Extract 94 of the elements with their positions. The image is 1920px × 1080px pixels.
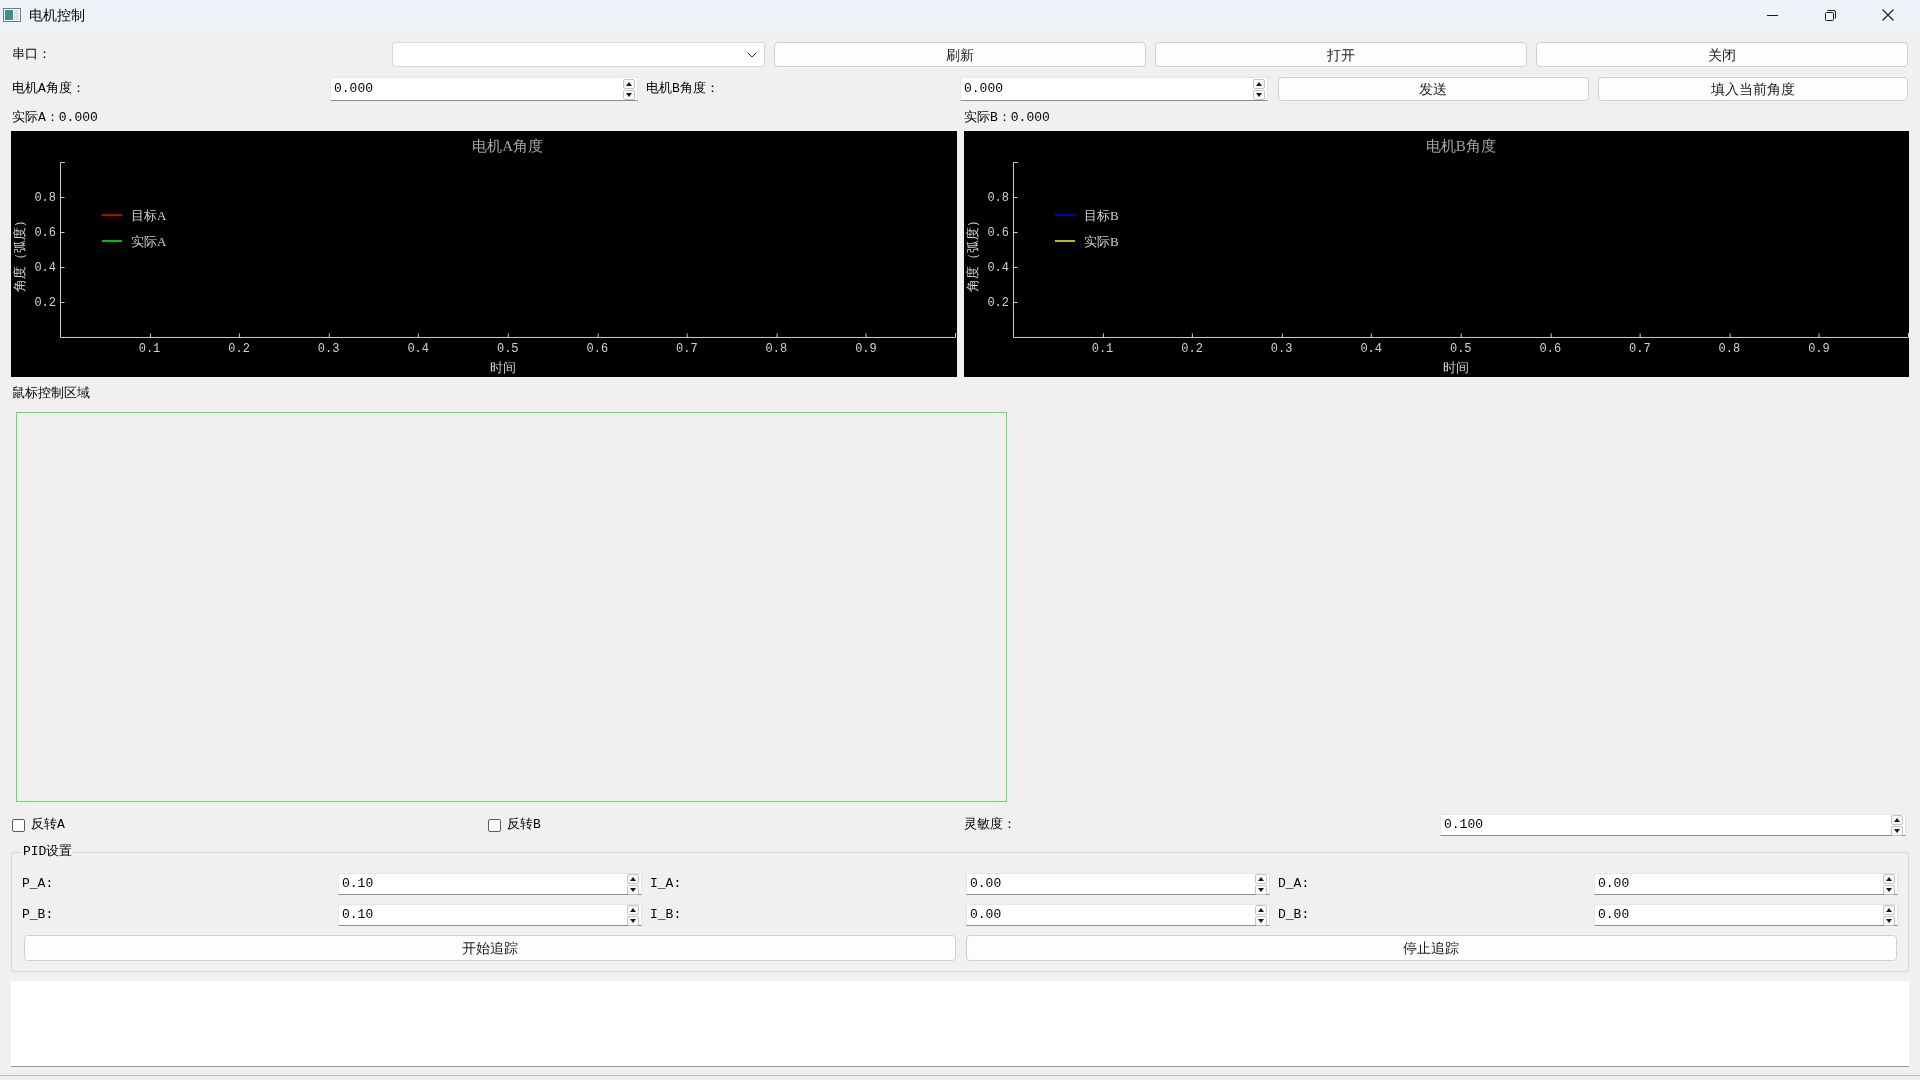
action-button[interactable]: 开始追踪 xyxy=(24,935,956,961)
chart-title: 电机A角度 xyxy=(472,138,544,155)
app-icon xyxy=(3,8,21,22)
axis-tick-label: 0.1 xyxy=(138,341,161,356)
down-arrow-icon[interactable] xyxy=(1883,915,1895,926)
number-field[interactable]: 0.100 xyxy=(1440,814,1906,836)
up-arrow-icon[interactable] xyxy=(1883,873,1895,884)
axis-tick-label: 0.3 xyxy=(1270,341,1292,356)
action-button[interactable]: 发送 xyxy=(1278,77,1589,101)
axis-tick-label: 0.5 xyxy=(496,341,519,356)
up-arrow-icon[interactable] xyxy=(1255,873,1267,884)
axis-title: 时间 xyxy=(489,359,516,375)
up-arrow-icon[interactable] xyxy=(1255,904,1267,915)
legend-label: 目标B xyxy=(1083,208,1119,223)
axis-tick-label: 0.4 xyxy=(34,261,56,275)
legend-label: 实际A xyxy=(130,234,167,249)
section-label: 鼠标控制区域 xyxy=(12,384,90,403)
number-field[interactable]: 0.00 xyxy=(1594,873,1898,895)
field-label: 电机B角度： xyxy=(646,80,719,99)
number-field[interactable]: 0.000 xyxy=(330,77,638,101)
axis-tick-label: 0.8 xyxy=(34,191,56,206)
up-arrow-icon[interactable] xyxy=(1253,78,1265,89)
axis-tick-label: 0.6 xyxy=(586,341,609,356)
axis-title: 时间 xyxy=(1442,359,1469,375)
axis-tick-label: 0.4 xyxy=(1359,341,1382,356)
action-button[interactable]: 停止追踪 xyxy=(965,935,1897,961)
axis-tick-label: 0.5 xyxy=(1449,341,1472,356)
number-field[interactable]: 0.10 xyxy=(338,904,642,926)
down-arrow-icon[interactable] xyxy=(627,884,639,895)
down-arrow-icon[interactable] xyxy=(1883,884,1895,895)
group-title: PID设置 xyxy=(22,844,74,860)
chevron-down-icon xyxy=(747,51,757,58)
down-arrow-icon[interactable] xyxy=(1255,884,1267,895)
readout-text: 实际A：0.000 xyxy=(12,110,98,125)
axis-tick-label: 0.3 xyxy=(317,341,340,356)
action-button[interactable]: 关闭 xyxy=(1536,42,1908,67)
window-title: 电机控制 xyxy=(29,5,85,25)
axis-title: 角度（弧度） xyxy=(12,213,27,292)
minimize-icon[interactable] xyxy=(1766,14,1778,16)
number-field[interactable]: 0.10 xyxy=(338,873,642,895)
field-label: P_B: xyxy=(22,906,54,925)
down-arrow-icon[interactable] xyxy=(627,915,639,926)
up-arrow-icon[interactable] xyxy=(627,873,639,884)
legend-label: 实际B xyxy=(1083,234,1119,249)
checkbox[interactable] xyxy=(12,818,25,832)
field-label: 灵敏度： xyxy=(964,816,1016,835)
axis-tick-label: 0.8 xyxy=(765,341,788,356)
axis-tick-label: 0.7 xyxy=(1628,341,1651,356)
axis-tick-label: 0.1 xyxy=(1091,341,1113,356)
axis-tick-label: 0.7 xyxy=(676,341,698,356)
checkbox-label: 反转A xyxy=(31,816,65,835)
axis-tick-label: 0.6 xyxy=(34,226,56,240)
down-arrow-icon[interactable] xyxy=(1255,915,1267,926)
field-label: I_A: xyxy=(650,875,682,894)
axis-tick-label: 0.2 xyxy=(34,295,56,310)
field-label: I_B: xyxy=(650,906,682,925)
number-field[interactable]: 0.00 xyxy=(1594,904,1898,926)
legend-label: 目标A xyxy=(130,208,167,223)
down-arrow-icon[interactable] xyxy=(1891,825,1903,836)
number-field[interactable]: 0.00 xyxy=(966,873,1270,895)
chart-title: 电机B角度 xyxy=(1425,138,1496,155)
readout-text: 实际B：0.000 xyxy=(964,110,1050,125)
axis-tick-label: 0.6 xyxy=(1539,341,1561,356)
down-arrow-icon[interactable] xyxy=(1253,89,1265,100)
axis-tick-label: 0.9 xyxy=(855,341,877,356)
axis-tick-label: 0.2 xyxy=(1180,341,1203,356)
up-arrow-icon[interactable] xyxy=(623,78,635,89)
up-arrow-icon[interactable] xyxy=(627,904,639,915)
action-button[interactable]: 刷新 xyxy=(774,42,1146,67)
up-arrow-icon[interactable] xyxy=(1883,904,1895,915)
axis-tick-label: 0.2 xyxy=(228,341,250,356)
action-button[interactable]: 打开 xyxy=(1155,42,1527,67)
checkbox-label: 反转B xyxy=(507,816,541,835)
axis-tick-label: 0.2 xyxy=(986,295,1009,310)
number-field[interactable]: 0.00 xyxy=(966,904,1270,926)
close-icon[interactable] xyxy=(1882,9,1894,21)
action-button[interactable]: 填入当前角度 xyxy=(1597,77,1908,101)
down-arrow-icon[interactable] xyxy=(623,89,635,100)
number-field[interactable]: 0.000 xyxy=(960,77,1268,101)
axis-tick-label: 0.6 xyxy=(986,226,1009,240)
axis-tick-label: 0.4 xyxy=(407,341,429,356)
axis-tick-label: 0.4 xyxy=(986,261,1009,275)
up-arrow-icon[interactable] xyxy=(1891,814,1903,825)
field-label: P_A: xyxy=(22,875,54,894)
axis-title: 角度（弧度） xyxy=(964,213,980,292)
axis-tick-label: 0.8 xyxy=(1718,341,1740,356)
field-label: 串口： xyxy=(12,45,51,64)
checkbox[interactable] xyxy=(488,818,501,832)
restore-icon[interactable] xyxy=(1824,9,1836,21)
field-label: 电机A角度： xyxy=(12,80,85,99)
axis-tick-label: 0.8 xyxy=(986,191,1009,206)
axis-tick-label: 0.9 xyxy=(1807,341,1830,356)
field-label: D_B: xyxy=(1278,906,1310,925)
field-label: D_A: xyxy=(1278,875,1310,894)
